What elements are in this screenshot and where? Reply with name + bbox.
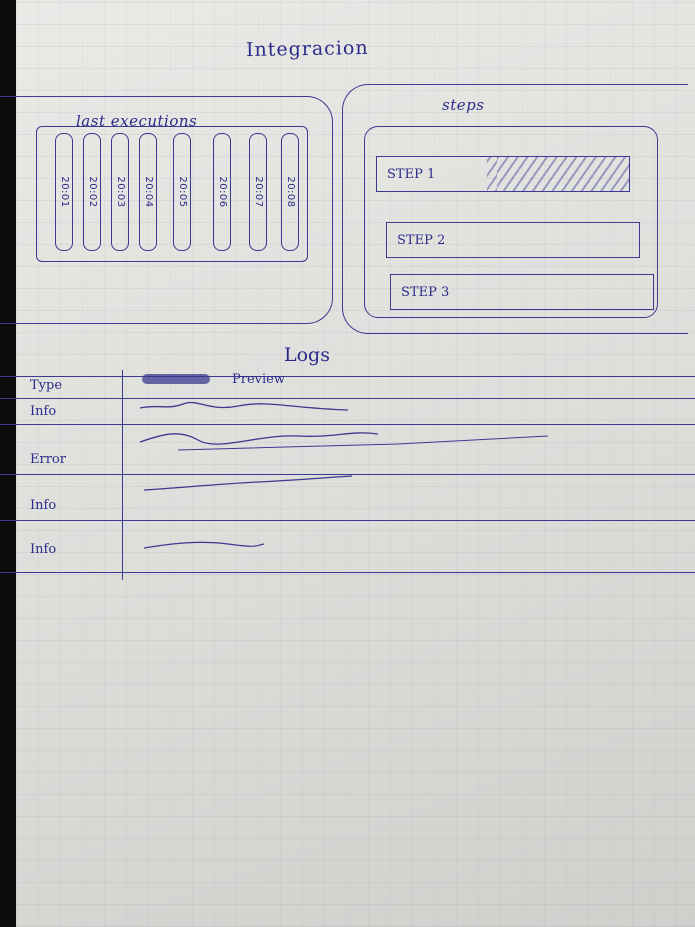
logs-table: Type Preview Info Error Info Info <box>0 370 695 580</box>
column-header-type: Type <box>30 378 63 393</box>
execution-time: 20:07 <box>253 176 264 208</box>
step-item-1[interactable]: STEP 1 <box>376 156 630 192</box>
execution-bar[interactable]: 20:04 <box>139 133 157 251</box>
execution-bar[interactable]: 20:08 <box>281 133 299 251</box>
step-item-3[interactable]: STEP 3 <box>390 274 654 310</box>
table-border <box>0 376 695 377</box>
column-divider <box>122 370 123 580</box>
table-border <box>0 572 695 573</box>
executions-strip: 20:01 20:02 20:03 20:04 20:05 20:06 20:0… <box>36 126 308 262</box>
execution-time: 20:02 <box>87 176 98 208</box>
step-item-2[interactable]: STEP 2 <box>386 222 640 258</box>
step-label: STEP 2 <box>397 233 446 248</box>
column-header-preview: Preview <box>232 372 285 387</box>
page-title: Integracion <box>245 36 369 62</box>
log-preview-scribble <box>139 432 549 451</box>
execution-bar[interactable]: 20:05 <box>173 133 191 251</box>
log-type: Info <box>30 542 57 557</box>
log-type: Info <box>30 404 57 419</box>
execution-time: 20:03 <box>115 176 126 208</box>
row-divider <box>0 520 695 521</box>
execution-time: 20:08 <box>285 176 296 208</box>
execution-time: 20:05 <box>177 176 188 208</box>
log-type: Error <box>30 452 66 467</box>
execution-bar[interactable]: 20:07 <box>249 133 267 251</box>
log-preview-scribble <box>143 541 265 549</box>
execution-time: 20:06 <box>217 176 228 208</box>
execution-time: 20:01 <box>59 176 70 208</box>
steps-label: steps <box>442 96 485 114</box>
log-type: Info <box>30 498 57 513</box>
log-preview-scribble <box>143 475 353 491</box>
step-label: STEP 1 <box>387 167 436 182</box>
execution-bar[interactable]: 20:03 <box>111 133 129 251</box>
step-label: STEP 3 <box>401 285 450 300</box>
execution-bar[interactable]: 20:06 <box>213 133 231 251</box>
struck-out-text <box>142 374 210 384</box>
log-preview-scribble <box>139 401 349 411</box>
logs-title: Logs <box>284 344 330 366</box>
execution-bar[interactable]: 20:01 <box>55 133 73 251</box>
execution-time: 20:04 <box>143 176 154 208</box>
execution-bar[interactable]: 20:02 <box>83 133 101 251</box>
